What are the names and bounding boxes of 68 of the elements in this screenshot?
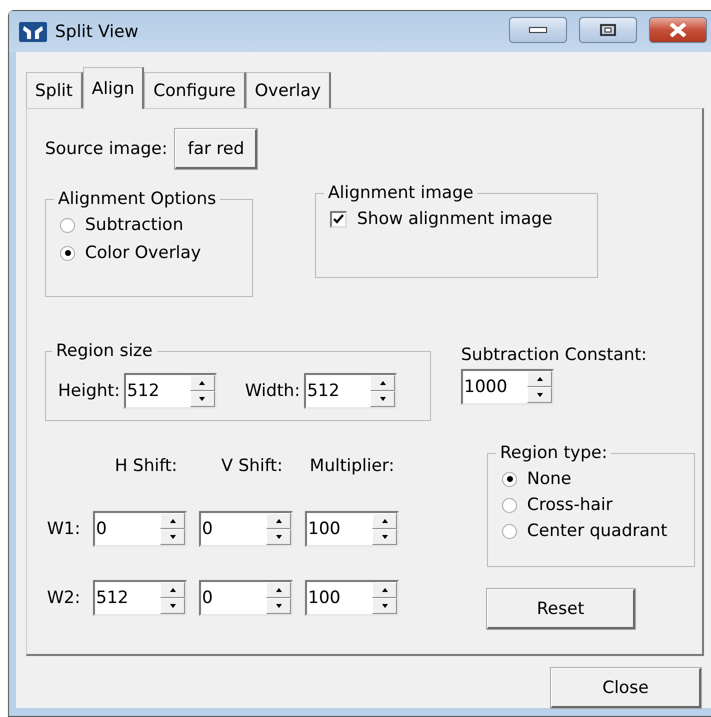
row-label: W2: xyxy=(47,588,82,608)
maximize-button[interactable] xyxy=(579,17,637,43)
spin-field[interactable]: 0 xyxy=(199,510,293,547)
spin-field[interactable]: 0 xyxy=(93,510,187,547)
close-icon xyxy=(669,23,687,37)
field-label: Width: xyxy=(244,380,300,400)
spin-field[interactable]: 1000 xyxy=(461,369,554,405)
maximize-icon xyxy=(600,24,616,36)
group-title: Alignment Options xyxy=(57,189,218,209)
spin-field[interactable]: 512 xyxy=(93,580,187,616)
check-icon xyxy=(333,214,344,224)
down-arrow-icon xyxy=(276,534,282,539)
down-arrow-icon xyxy=(170,534,176,539)
up-arrow-icon xyxy=(380,380,386,384)
radio-button[interactable] xyxy=(60,246,75,260)
window-title: Split View xyxy=(55,22,140,42)
radio-button[interactable] xyxy=(502,472,517,486)
tab[interactable]: Overlay xyxy=(246,72,331,108)
tab[interactable]: Split xyxy=(26,72,83,108)
spin-field[interactable]: 100 xyxy=(305,510,399,547)
radio-label: Color Overlay xyxy=(85,243,201,263)
column-header: V Shift: xyxy=(220,456,284,476)
spin-field[interactable]: 512 xyxy=(124,372,217,408)
spin-field[interactable]: 512 xyxy=(304,372,398,408)
source-image-label: Source image: xyxy=(45,139,168,159)
radio-label: Cross-hair xyxy=(527,495,613,515)
down-arrow-icon xyxy=(380,396,386,400)
up-arrow-icon xyxy=(536,377,542,381)
up-arrow-icon xyxy=(382,518,388,523)
spin-field[interactable]: 0 xyxy=(199,580,293,616)
group-title: Alignment image xyxy=(327,183,474,203)
checkbox[interactable] xyxy=(330,210,347,228)
field-label: Height: xyxy=(58,380,120,400)
down-arrow-icon xyxy=(170,604,176,608)
up-arrow-icon xyxy=(170,518,176,523)
spin-field[interactable]: 100 xyxy=(305,580,399,616)
radio-label: Center quadrant xyxy=(527,521,668,541)
radio-button[interactable] xyxy=(502,524,517,538)
tab[interactable]: Configure xyxy=(144,72,246,108)
down-arrow-icon xyxy=(382,534,388,539)
radio-label: Subtraction xyxy=(85,215,184,235)
checkbox-label: Show alignment image xyxy=(357,209,553,229)
down-arrow-icon xyxy=(276,604,282,608)
column-header: H Shift: xyxy=(114,456,178,476)
radio-label: None xyxy=(527,469,572,489)
group-title: Region size xyxy=(55,341,154,361)
subtraction-constant-label: Subtraction Constant: xyxy=(461,345,647,365)
group-title: Region type: xyxy=(499,443,608,463)
down-arrow-icon xyxy=(199,396,206,400)
down-arrow-icon xyxy=(382,604,388,608)
up-arrow-icon xyxy=(199,380,206,384)
tab[interactable]: Align xyxy=(82,67,144,109)
minimize-button[interactable] xyxy=(509,17,567,43)
up-arrow-icon xyxy=(276,518,282,523)
reset-button[interactable]: Reset xyxy=(487,589,635,629)
radio-button[interactable] xyxy=(60,218,75,232)
row-label: W1: xyxy=(47,518,82,539)
up-arrow-icon xyxy=(276,588,282,592)
column-header: Multiplier: xyxy=(308,456,396,476)
up-arrow-icon xyxy=(382,588,388,592)
up-arrow-icon xyxy=(170,588,176,592)
close-window-button[interactable] xyxy=(649,17,707,43)
source-image-button[interactable]: far red xyxy=(175,129,258,169)
minimize-icon xyxy=(529,27,547,33)
radio-button[interactable] xyxy=(502,498,517,512)
down-arrow-icon xyxy=(536,393,542,397)
close-button[interactable]: Close xyxy=(551,668,701,708)
app-logo-icon xyxy=(19,22,47,42)
